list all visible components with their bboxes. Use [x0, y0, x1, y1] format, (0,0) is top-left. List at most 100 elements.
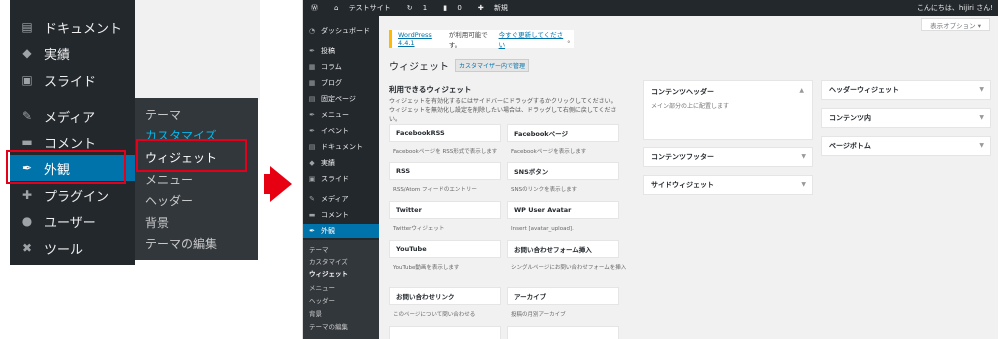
- chevron-down-icon[interactable]: ▼: [979, 86, 984, 93]
- zoom-submenu-themes[interactable]: テーマ: [145, 106, 181, 123]
- sidebar-label: コラム: [321, 63, 342, 71]
- admin-bar-site-label: テストサイト: [348, 4, 391, 12]
- slide-icon: ▣: [21, 73, 33, 87]
- sidebar-item-comments[interactable]: ▬ コメント: [303, 208, 379, 222]
- area-content-header[interactable]: コンテンツヘッダー ▲ メイン部分の上に配置します: [643, 80, 813, 140]
- zoom-menu-item-media[interactable]: ✎ メディア: [10, 103, 135, 129]
- blog-icon: ▦: [308, 79, 316, 87]
- media-icon: ✎: [309, 195, 315, 203]
- chevron-down-icon[interactable]: ▼: [801, 181, 806, 188]
- widget-contact-form-insert[interactable]: お問い合わせフォーム挿入: [507, 240, 619, 258]
- widget-wp-user-avatar[interactable]: WP User Avatar: [507, 201, 619, 219]
- sidebar-item-media[interactable]: ✎ メディア: [303, 192, 379, 206]
- chevron-down-icon[interactable]: ▼: [801, 153, 806, 160]
- admin-bar-updates[interactable]: ↻ 1: [399, 4, 428, 12]
- widget-twitter[interactable]: Twitter: [389, 201, 501, 219]
- media-icon: ✎: [21, 109, 33, 123]
- submenu-widgets[interactable]: ウィジェット: [309, 268, 348, 278]
- widget-rss[interactable]: RSS: [389, 162, 501, 180]
- sidebar-label: 固定ページ: [321, 95, 356, 103]
- admin-bar-site[interactable]: ⌂ テストサイト: [326, 3, 391, 13]
- zoom-submenu-background[interactable]: 背景: [145, 214, 169, 231]
- wordpress-version-link[interactable]: WordPress 4.4.1: [398, 31, 449, 47]
- admin-bar-comments[interactable]: ▮ 0: [435, 4, 462, 12]
- sidebar-item-slide[interactable]: ▣ スライド: [303, 172, 379, 186]
- sidebar-item-menu[interactable]: ✒ メニュー: [303, 108, 379, 122]
- zoom-submenu-theme-editor[interactable]: テーマの編集: [145, 235, 217, 252]
- widget-archives[interactable]: アーカイブ: [507, 287, 619, 305]
- comment-bubble-icon: ▮: [443, 4, 448, 12]
- admin-bar: Ⓦ ⌂ テストサイト ↻ 1 ▮ 0 ✚ 新規 こんにちは、hijiri さん!: [303, 0, 998, 16]
- sidebar-item-dashboard[interactable]: ◔ ダッシュボード: [303, 24, 379, 38]
- widget-contact-link[interactable]: お問い合わせリンク: [389, 287, 501, 305]
- page-title-row: ウィジェット カスタマイザー内で管理: [389, 58, 530, 73]
- document-icon: ▤: [21, 20, 33, 34]
- admin-bar-greeting: こんにちは、hijiri さん!: [916, 4, 993, 12]
- highlight-widgets: [136, 139, 247, 172]
- sidebar-item-events[interactable]: ✒ イベント: [303, 124, 379, 138]
- zoom-menu-item-users[interactable]: ● ユーザー: [10, 208, 135, 234]
- zoom-menu-label: ツール: [44, 242, 84, 258]
- admin-bar-new-label: 新規: [493, 4, 508, 12]
- widget-facebook-page[interactable]: Facebookページ: [507, 124, 619, 142]
- widget-partial-2[interactable]: [507, 326, 619, 339]
- widget-description: このページについて問い合わせる: [393, 312, 476, 318]
- zoom-submenu-header[interactable]: ヘッダー: [145, 192, 193, 209]
- submenu-theme-editor[interactable]: テーマの編集: [309, 321, 348, 331]
- comment-icon: ▬: [21, 135, 33, 149]
- submenu-themes[interactable]: テーマ: [309, 244, 329, 254]
- sidebar-item-appearance[interactable]: ✒ 外観: [303, 224, 379, 238]
- area-content-footer[interactable]: コンテンツフッター ▼: [643, 147, 813, 167]
- plus-icon: ✚: [477, 4, 484, 12]
- sidebar-item-pages[interactable]: ▤ 固定ページ: [303, 92, 379, 106]
- submenu-background[interactable]: 背景: [309, 308, 322, 318]
- zoom-submenu-menus[interactable]: メニュー: [145, 171, 193, 188]
- area-title: コンテンツフッター: [651, 153, 714, 161]
- admin-bar-account[interactable]: こんにちは、hijiri さん!: [909, 0, 993, 16]
- widget-sns-button[interactable]: SNSボタン: [507, 162, 619, 180]
- arrow-right-icon: [270, 166, 292, 202]
- manage-in-customizer-button[interactable]: カスタマイザー内で管理: [455, 59, 530, 72]
- sidebar-item-documents[interactable]: ▤ ドキュメント: [303, 140, 379, 154]
- widget-youtube[interactable]: YouTube: [389, 240, 501, 258]
- update-now-link[interactable]: 今すぐ更新してください: [499, 29, 568, 49]
- plugin-icon: ✚: [21, 188, 33, 202]
- tag-icon: ◆: [309, 159, 315, 167]
- sidebar-item-works[interactable]: ◆ 実績: [303, 156, 379, 170]
- area-in-content[interactable]: コンテンツ内 ▼: [821, 108, 991, 128]
- widget-description: 投稿の月別アーカイブ: [511, 312, 566, 318]
- widget-partial-1[interactable]: [389, 326, 501, 339]
- appearance-icon: ✒: [309, 227, 315, 235]
- widget-facebookrss[interactable]: FacebookRSS: [389, 124, 501, 142]
- user-icon: ●: [21, 214, 33, 228]
- area-side-widget[interactable]: サイドウィジェット ▼: [643, 175, 813, 195]
- zoom-menu-label: 実績: [44, 47, 71, 63]
- area-page-bottom[interactable]: ページボトム ▼: [821, 136, 991, 156]
- sidebar-item-column[interactable]: ▦ コラム: [303, 60, 379, 74]
- submenu-menus[interactable]: メニュー: [309, 282, 335, 292]
- document-icon: ▤: [308, 143, 316, 151]
- zoom-menu-item-works[interactable]: ◆ 実績: [10, 40, 135, 66]
- area-title: ページボトム: [829, 142, 871, 150]
- sidebar-item-blog[interactable]: ▦ ブログ: [303, 76, 379, 90]
- sidebar-item-posts[interactable]: ✒ 投稿: [303, 44, 379, 58]
- zoom-menu-item-slide[interactable]: ▣ スライド: [10, 67, 135, 93]
- wordpress-logo-icon[interactable]: Ⓦ: [311, 3, 318, 13]
- submenu-customize[interactable]: カスタマイズ: [309, 256, 348, 266]
- submenu-header[interactable]: ヘッダー: [309, 295, 335, 305]
- sidebar-label: コメント: [321, 211, 349, 219]
- screen-options-button[interactable]: 表示オプション ▾: [921, 18, 990, 31]
- pin-icon: ✒: [309, 47, 315, 55]
- sidebar-appearance-submenu: テーマ カスタマイズ ウィジェット メニュー ヘッダー 背景 テーマの編集: [303, 240, 379, 339]
- chevron-down-icon[interactable]: ▼: [979, 142, 984, 149]
- chevron-up-icon[interactable]: ▲: [799, 87, 804, 94]
- sidebar-label: ダッシュボード: [321, 27, 370, 35]
- admin-bar-new[interactable]: ✚ 新規: [470, 3, 508, 13]
- zoom-menu-label: メディア: [44, 110, 96, 126]
- area-header-widget[interactable]: ヘッダーウィジェット ▼: [821, 80, 991, 100]
- chevron-down-icon[interactable]: ▼: [979, 114, 984, 121]
- zoom-menu-item-plugins[interactable]: ✚ プラグイン: [10, 182, 135, 208]
- zoom-menu-item-document[interactable]: ▤ ドキュメント: [10, 14, 135, 40]
- zoom-menu-item-tools[interactable]: ✖ ツール: [10, 235, 135, 261]
- sidebar-label: メディア: [321, 195, 349, 203]
